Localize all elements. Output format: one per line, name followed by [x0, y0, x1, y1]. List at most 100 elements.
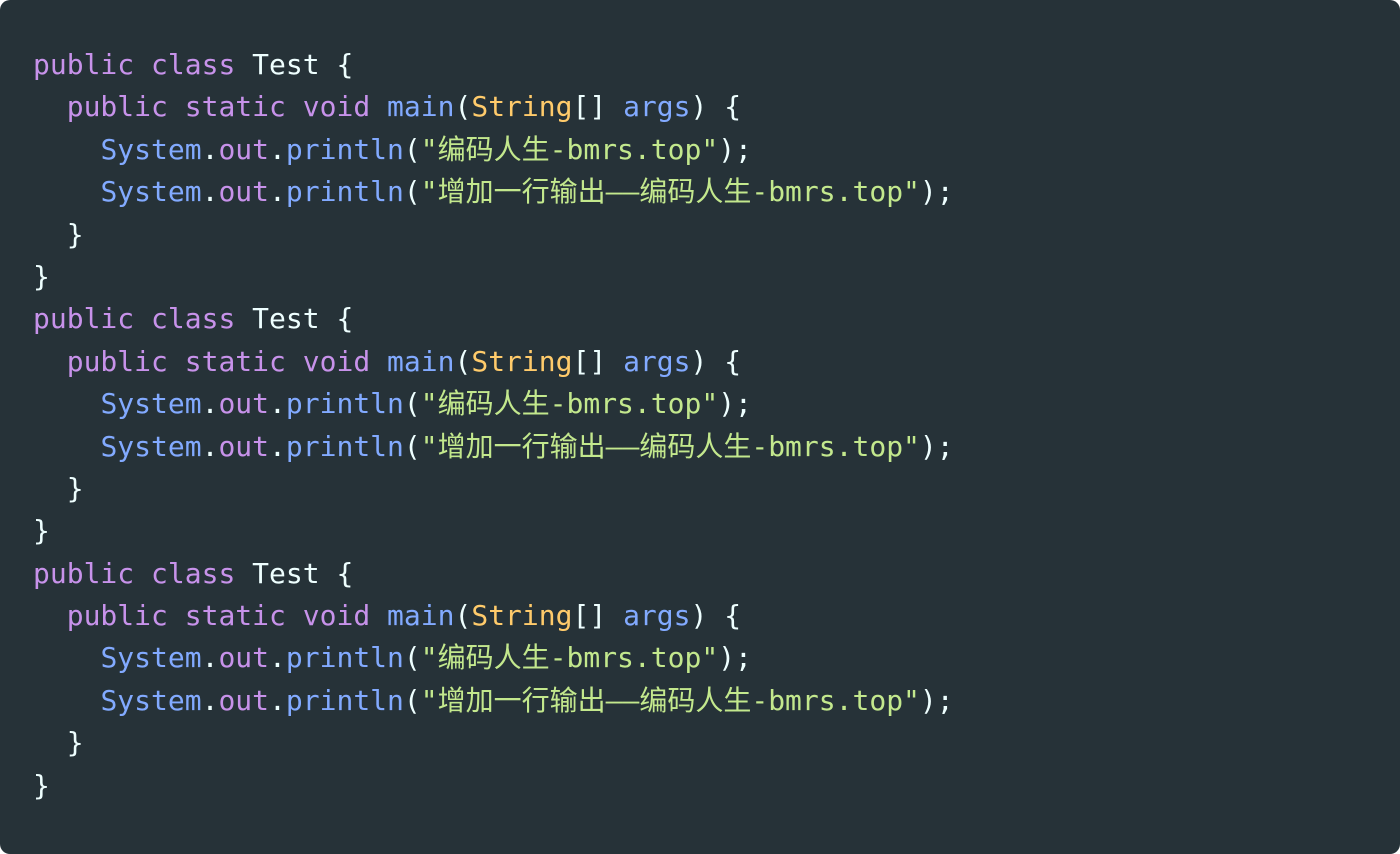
code-block-container: public class Test { public static void m… — [0, 0, 1400, 854]
plain-token: ); — [718, 132, 752, 166]
plain-token: } — [33, 259, 50, 293]
code-line: System.out.println("编码人生-bmrs.top"); — [33, 637, 954, 679]
identifier-token: System — [100, 132, 202, 166]
keyword-token: static — [184, 599, 286, 633]
identifier-token: args — [623, 599, 691, 633]
identifier-token: args — [623, 90, 691, 124]
string-literal: "编码人生-bmrs.top" — [420, 641, 719, 675]
plain-token: ( — [454, 599, 472, 633]
code-line: public static void main(String[] args) { — [33, 595, 954, 637]
plain-token: ( — [454, 90, 472, 124]
identifier-token: println — [285, 387, 404, 421]
keyword-token: out — [218, 387, 270, 421]
keyword-token: public — [33, 556, 135, 590]
code-line: } — [33, 468, 954, 510]
string-literal: "增加一行输出——编码人生-bmrs.top" — [420, 175, 920, 209]
plain-token: [] — [572, 90, 624, 124]
code-line: } — [33, 722, 954, 764]
identifier-token: println — [285, 429, 404, 463]
code-line: } — [33, 214, 954, 256]
keyword-token: void — [302, 90, 371, 124]
code-line: } — [33, 256, 954, 298]
plain-token: ( — [454, 344, 472, 378]
plain-token: . — [201, 387, 219, 421]
plain-token: . — [269, 683, 286, 717]
identifier-token: System — [100, 429, 202, 463]
identifier-token: println — [285, 175, 404, 209]
type-token: String — [471, 599, 573, 633]
keyword-token: public — [33, 48, 135, 81]
keyword-token: void — [302, 599, 371, 633]
code-line: System.out.println("编码人生-bmrs.top"); — [33, 383, 954, 425]
keyword-token: class — [151, 48, 236, 81]
string-literal: "增加一行输出——编码人生-bmrs.top" — [420, 683, 920, 717]
code-line: } — [33, 510, 954, 552]
identifier-token: System — [100, 175, 202, 209]
keyword-token: public — [66, 344, 168, 378]
identifier-token: System — [100, 641, 202, 675]
plain-token: . — [201, 429, 219, 463]
identifier-token: System — [100, 387, 202, 421]
plain-token: ); — [919, 683, 954, 717]
plain-token: ( — [403, 683, 421, 717]
type-token: String — [471, 344, 573, 378]
plain-token: } — [33, 768, 50, 802]
plain-token: ( — [403, 175, 421, 209]
plain-token: [] — [572, 344, 624, 378]
keyword-token: void — [302, 344, 371, 378]
code-line: System.out.println("编码人生-bmrs.top"); — [33, 129, 954, 171]
plain-token: . — [269, 387, 286, 421]
plain-token: . — [201, 175, 219, 209]
code-line: public class Test { — [33, 298, 954, 340]
keyword-token: out — [218, 175, 270, 209]
plain-token: Test { — [235, 302, 354, 336]
identifier-token: println — [285, 641, 404, 675]
plain-token: ( — [403, 387, 421, 421]
identifier-token: println — [285, 683, 404, 717]
identifier-token: args — [623, 344, 691, 378]
string-literal: "编码人生-bmrs.top" — [420, 132, 719, 166]
type-token: String — [471, 90, 573, 124]
keyword-token: public — [33, 302, 135, 336]
identifier-token: println — [285, 132, 404, 166]
plain-token: Test { — [235, 48, 354, 81]
plain-token: ( — [403, 132, 421, 166]
code-line: } — [33, 765, 954, 807]
plain-token: } — [33, 514, 50, 548]
plain-token: . — [269, 175, 286, 209]
plain-token: ); — [919, 429, 954, 463]
string-literal: "编码人生-bmrs.top" — [420, 387, 719, 421]
keyword-token: out — [218, 429, 270, 463]
plain-token: . — [201, 132, 219, 166]
code-line: public class Test { — [33, 44, 954, 86]
keyword-token: public — [66, 599, 168, 633]
identifier-token: main — [387, 90, 455, 124]
identifier-token: main — [387, 344, 455, 378]
string-literal: "增加一行输出——编码人生-bmrs.top" — [420, 429, 920, 463]
plain-token: } — [33, 217, 84, 251]
keyword-token: static — [184, 90, 286, 124]
plain-token: ); — [718, 387, 752, 421]
plain-token: } — [33, 471, 84, 505]
plain-token: . — [201, 641, 219, 675]
keyword-token: class — [151, 302, 236, 336]
code-line: public class Test { — [33, 553, 954, 595]
